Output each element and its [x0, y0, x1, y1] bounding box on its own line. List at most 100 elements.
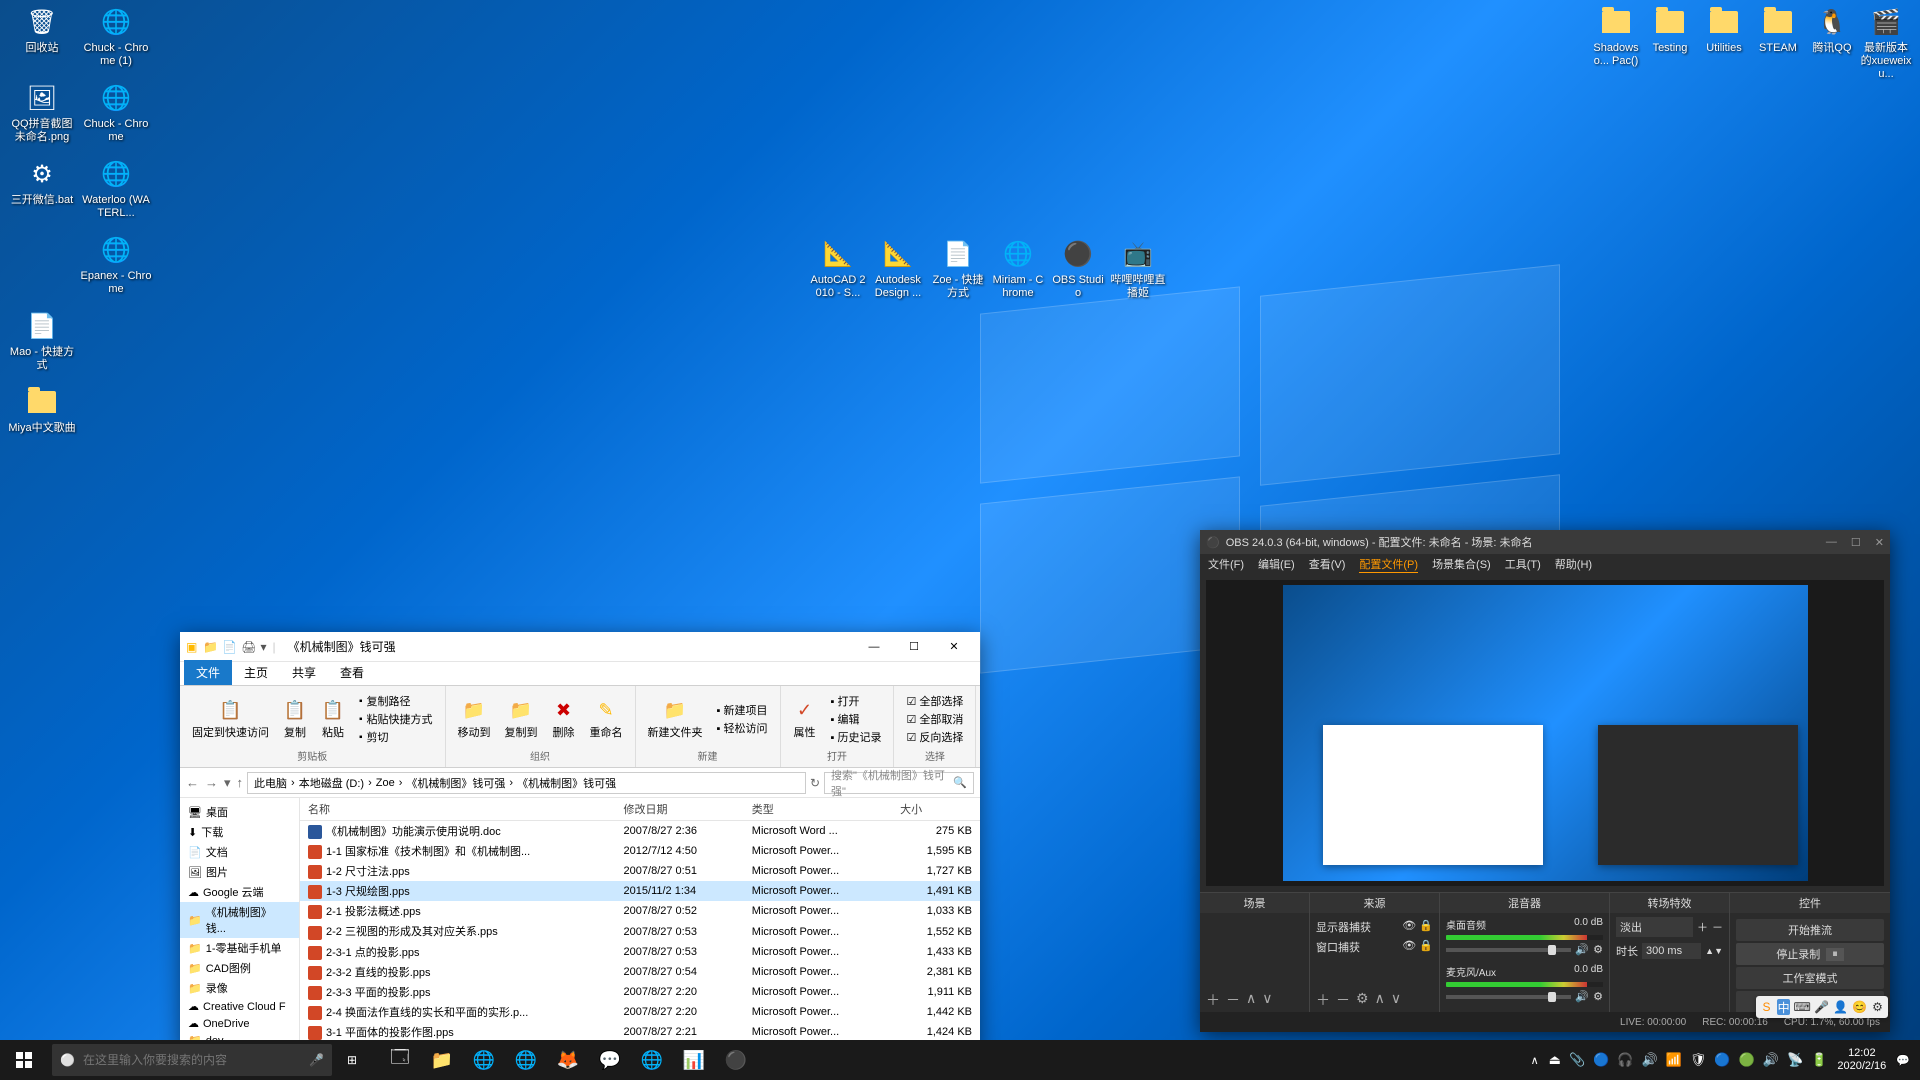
taskbar-app[interactable]: 🌐: [464, 1040, 504, 1080]
file-row[interactable]: 《机械制图》功能演示使用说明.doc2007/8/27 2:36Microsof…: [300, 821, 980, 842]
desktop-icon[interactable]: Shadowso... Pac(): [1590, 6, 1642, 68]
nav-item[interactable]: ☁Google 云端: [180, 882, 299, 902]
qat-button[interactable]: 🖨: [241, 640, 256, 654]
transition-select[interactable]: 淡出: [1616, 917, 1693, 937]
file-list[interactable]: 名称修改日期类型大小 《机械制图》功能演示使用说明.doc2007/8/27 2…: [300, 798, 980, 1052]
desktop-icon[interactable]: 📄Zoe - 快捷方式: [930, 238, 986, 300]
desktop-icon[interactable]: 🌐Epanex - Chrome: [80, 234, 152, 296]
minimize-button[interactable]: —: [854, 633, 894, 661]
ime-button[interactable]: 🎤: [1814, 999, 1829, 1015]
tray-icon[interactable]: 🛡: [1690, 1052, 1707, 1068]
tray-icon[interactable]: 🔊: [1642, 1052, 1658, 1068]
ribbon-button[interactable]: ▪复制路径: [355, 692, 437, 710]
taskbar-app[interactable]: ⚫: [716, 1040, 756, 1080]
desktop-icon[interactable]: 🗑回收站: [6, 6, 78, 55]
breadcrumb[interactable]: 此电脑›本地磁盘 (D:)›Zoe›《机械制图》钱可强›《机械制图》钱可强: [247, 772, 806, 794]
explorer-titlebar[interactable]: ▣ 📁📄🖨▾ | 《机械制图》钱可强 — ☐ ✕: [180, 632, 980, 662]
search-box[interactable]: 搜索"《机械制图》钱可强"🔍: [824, 772, 974, 794]
file-row[interactable]: 2-2 三视图的形成及其对应关系.pps2007/8/27 0:53Micros…: [300, 921, 980, 941]
column-header[interactable]: 修改日期: [616, 798, 744, 821]
obs-control-button[interactable]: 开始推流: [1736, 919, 1884, 941]
ime-button[interactable]: 👤: [1833, 999, 1848, 1015]
up-button[interactable]: ↑: [237, 775, 244, 791]
ime-toolbar[interactable]: S中⌨🎤👤😊⚙: [1756, 996, 1888, 1018]
ribbon-button[interactable]: ✎重命名: [586, 696, 627, 742]
desktop-icon[interactable]: 🌐Miriam - Chrome: [990, 238, 1046, 300]
ime-button[interactable]: ⚙: [1871, 999, 1884, 1015]
obs-control-button[interactable]: 停止录制⏸: [1736, 943, 1884, 965]
properties-button[interactable]: ✓属性: [789, 696, 821, 742]
taskbar-app[interactable]: 📁: [422, 1040, 462, 1080]
menu-item[interactable]: 帮助(H): [1555, 556, 1592, 572]
file-row[interactable]: 2-1 投影法概述.pps2007/8/27 0:52Microsoft Pow…: [300, 901, 980, 921]
desktop-icon[interactable]: 🌐Chuck - Chrome (1): [80, 6, 152, 68]
channel-settings-button[interactable]: ⚙: [1593, 943, 1603, 956]
file-row[interactable]: 2-4 换面法作直线的实长和平面的实形.p...2007/8/27 2:20Mi…: [300, 1002, 980, 1022]
scene-down-button[interactable]: ∨: [1262, 990, 1272, 1010]
tray-icon[interactable]: 🔋: [1811, 1052, 1827, 1068]
ribbon-tab[interactable]: 共享: [280, 660, 328, 685]
tray-icon[interactable]: 📎: [1569, 1052, 1585, 1068]
minimize-button[interactable]: —: [1826, 536, 1837, 549]
pause-rec-button[interactable]: ⏸: [1826, 948, 1844, 961]
tray-icon[interactable]: 🎧: [1617, 1052, 1633, 1068]
nav-item[interactable]: 📁CAD图例: [180, 958, 299, 978]
remove-transition-button[interactable]: －: [1712, 919, 1723, 935]
ribbon-button[interactable]: ▪剪切: [355, 728, 437, 746]
tray-icon[interactable]: ⏏: [1549, 1052, 1561, 1068]
nav-item[interactable]: 📄文档: [180, 842, 299, 862]
ribbon-button[interactable]: ☑ 反向选择: [902, 728, 967, 746]
ribbon-button[interactable]: ▪ 历史记录: [827, 728, 886, 746]
source-down-button[interactable]: ∨: [1391, 990, 1401, 1010]
file-row[interactable]: 2-3-1 点的投影.pps2007/8/27 0:53Microsoft Po…: [300, 942, 980, 962]
qat-button[interactable]: 📄: [222, 640, 237, 654]
mute-button[interactable]: 🔊: [1575, 943, 1589, 956]
close-button[interactable]: ✕: [934, 633, 974, 661]
tray-icon[interactable]: 📶: [1666, 1052, 1682, 1068]
obs-menubar[interactable]: 文件(F)编辑(E)查看(V)配置文件(P)场景集合(S)工具(T)帮助(H): [1200, 554, 1890, 574]
tray-icon[interactable]: 🔵: [1714, 1052, 1730, 1068]
nav-pane[interactable]: 🖥桌面⬇下载📄文档🖼图片☁Google 云端📁《机械制图》钱...📁1-零基础手…: [180, 798, 300, 1052]
tray-expand-button[interactable]: ∧: [1531, 1054, 1539, 1067]
remove-scene-button[interactable]: －: [1226, 990, 1240, 1010]
search-input[interactable]: [83, 1053, 301, 1067]
scene-up-button[interactable]: ∧: [1246, 990, 1256, 1010]
taskbar-app[interactable]: 📊: [674, 1040, 714, 1080]
qat-button[interactable]: 📁: [203, 640, 218, 654]
file-row[interactable]: 1-2 尺寸注法.pps2007/8/27 0:51Microsoft Powe…: [300, 861, 980, 881]
source-item[interactable]: 👁 🔒显示器捕获: [1316, 917, 1433, 937]
desktop-icon[interactable]: 🌐Waterloo (WATERL...: [80, 158, 152, 220]
column-header[interactable]: 大小: [892, 798, 980, 821]
desktop-icon[interactable]: 🐧腾讯QQ: [1806, 6, 1858, 55]
qat-button[interactable]: ▾: [260, 640, 266, 654]
file-row[interactable]: 2-3-3 平面的投影.pps2007/8/27 2:20Microsoft P…: [300, 982, 980, 1002]
mute-button[interactable]: 🔊: [1575, 990, 1589, 1003]
start-button[interactable]: [0, 1040, 48, 1080]
ime-button[interactable]: ⌨: [1794, 999, 1810, 1015]
tray-icon[interactable]: 🟢: [1739, 1052, 1755, 1068]
file-row[interactable]: 2-3-2 直线的投影.pps2007/8/27 0:54Microsoft P…: [300, 962, 980, 982]
desktop-icon[interactable]: ⚙三开微信.bat: [6, 158, 78, 207]
ribbon-button[interactable]: ▪ 轻松访问: [713, 719, 772, 737]
volume-slider[interactable]: [1446, 995, 1571, 999]
channel-settings-button[interactable]: ⚙: [1593, 990, 1603, 1003]
ribbon-button[interactable]: 📋固定到快速访问: [188, 696, 273, 742]
ribbon-button[interactable]: 📋复制: [279, 696, 311, 742]
tray-icon[interactable]: 🔊: [1763, 1052, 1779, 1068]
mic-icon[interactable]: 🎤: [309, 1053, 324, 1067]
desktop-icon[interactable]: ⚫OBS Studio: [1050, 238, 1106, 300]
ribbon-button[interactable]: 📋粘贴: [317, 696, 349, 742]
ribbon-button[interactable]: ▪ 新建项目: [713, 701, 772, 719]
ribbon-button[interactable]: ✖删除: [548, 696, 580, 742]
breadcrumb-segment[interactable]: 《机械制图》钱可强: [517, 775, 616, 791]
menu-item[interactable]: 工具(T): [1505, 556, 1541, 572]
maximize-button[interactable]: ☐: [1851, 536, 1861, 549]
desktop-icon[interactable]: 🖼QQ拼音截图未命名.png: [6, 82, 78, 144]
ribbon-button[interactable]: ☑ 全部取消: [902, 710, 967, 728]
column-header[interactable]: 名称: [300, 798, 616, 821]
ribbon-button[interactable]: ☑ 全部选择: [902, 692, 967, 710]
nav-item[interactable]: 📁录像: [180, 978, 299, 998]
recent-dropdown[interactable]: ▾: [224, 775, 231, 791]
desktop-icon[interactable]: Miya中文歌曲: [6, 386, 78, 435]
breadcrumb-segment[interactable]: 本地磁盘 (D:): [299, 775, 364, 791]
